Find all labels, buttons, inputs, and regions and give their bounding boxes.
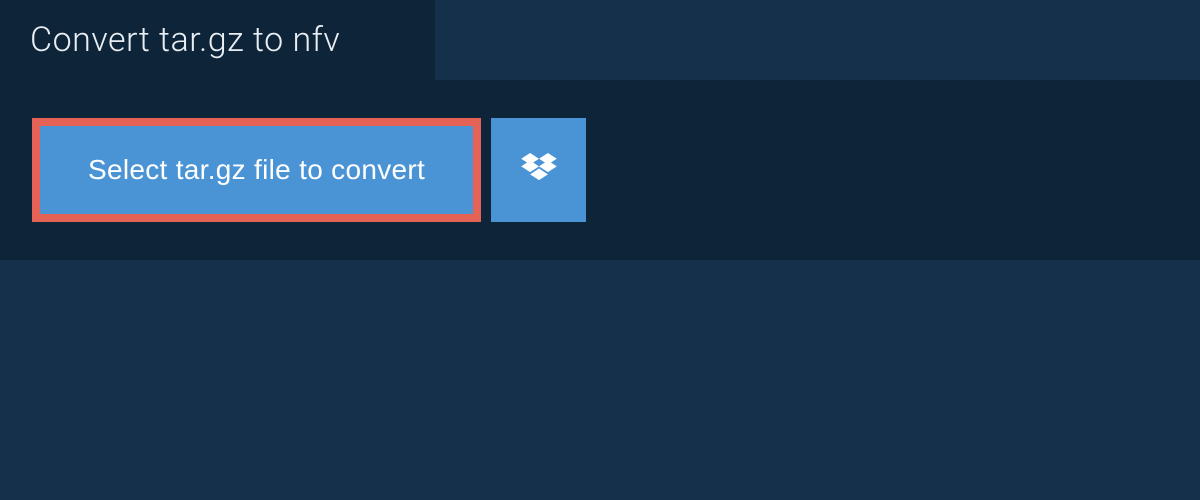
dropbox-icon <box>521 153 557 188</box>
button-row: Select tar.gz file to convert <box>32 118 1168 222</box>
header-tab: Convert tar.gz to nfv <box>0 0 435 80</box>
content-band: Select tar.gz file to convert <box>0 80 1200 260</box>
page-title: Convert tar.gz to nfv <box>30 20 405 60</box>
select-file-label: Select tar.gz file to convert <box>88 154 425 186</box>
select-file-button[interactable]: Select tar.gz file to convert <box>32 118 481 222</box>
dropbox-button[interactable] <box>491 118 586 222</box>
